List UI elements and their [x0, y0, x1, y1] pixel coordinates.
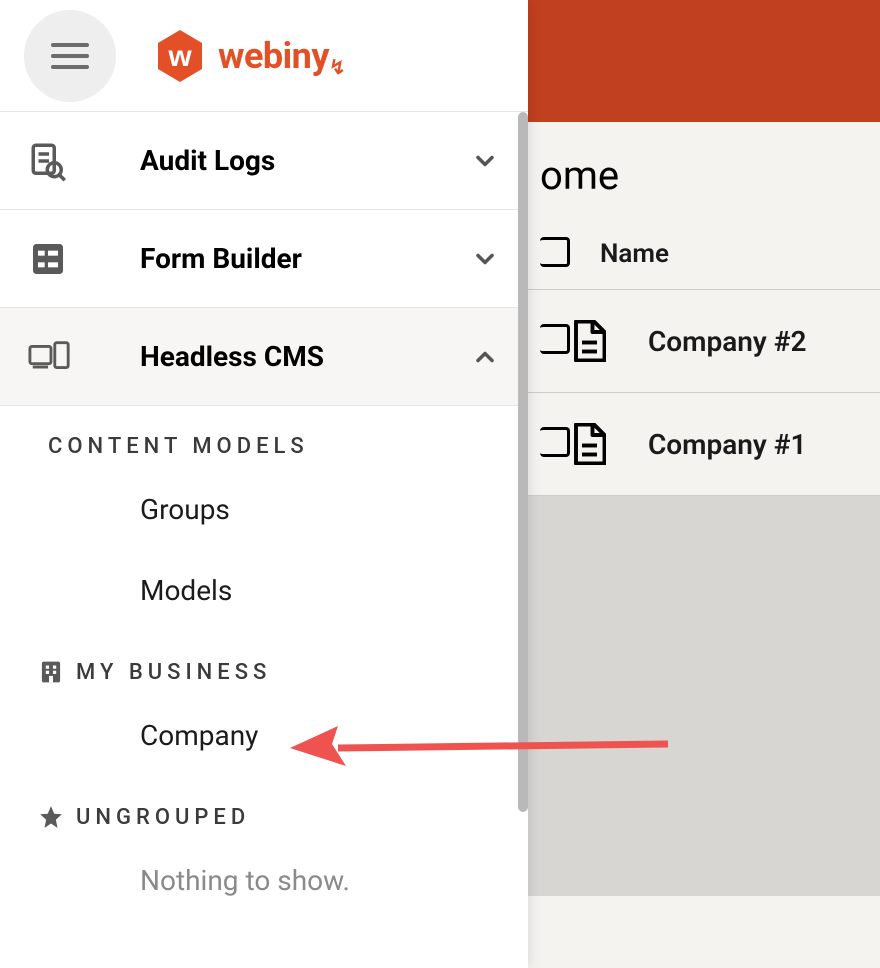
- row-name: Company #1: [648, 428, 807, 461]
- document-icon: [570, 320, 606, 362]
- checkbox-cell: [540, 324, 570, 358]
- sub-item-models[interactable]: Models: [0, 550, 528, 631]
- nav-item-headless-cms[interactable]: Headless CMS: [0, 308, 528, 406]
- building-icon: [38, 659, 64, 685]
- nav-label: Headless CMS: [140, 340, 470, 373]
- star-icon: [38, 804, 64, 830]
- doc-icon-cell: [570, 320, 630, 362]
- sidebar-drawer: w webiny↯ Audit Logs: [0, 0, 528, 968]
- row-name: Company #2: [648, 325, 807, 358]
- headless-cms-icon: [28, 340, 72, 374]
- table-header: Name: [480, 219, 880, 290]
- hamburger-icon: [51, 43, 89, 69]
- scrollbar-thumb[interactable]: [518, 112, 528, 812]
- column-header-name[interactable]: Name: [600, 239, 669, 269]
- nav-label: Form Builder: [140, 242, 470, 275]
- chevron-down-icon: [470, 147, 500, 175]
- checkbox-header-cell: [540, 237, 600, 271]
- section-content-models: CONTENT MODELS: [0, 406, 528, 469]
- below-table-area: [480, 496, 880, 896]
- svg-text:w: w: [167, 40, 192, 73]
- chevron-down-icon: [470, 245, 500, 273]
- nav-label: Audit Logs: [140, 144, 470, 177]
- page-title: ome: [480, 122, 880, 219]
- checkbox-cell: [540, 427, 570, 461]
- nav-item-audit-logs[interactable]: Audit Logs: [0, 112, 528, 210]
- doc-icon-cell: [570, 423, 630, 465]
- form-builder-icon: [28, 239, 72, 279]
- sub-item-groups[interactable]: Groups: [0, 469, 528, 550]
- logo-text: webiny↯: [218, 35, 345, 77]
- section-my-business: MY BUSINESS: [0, 631, 528, 695]
- brand-logo[interactable]: w webiny↯: [154, 28, 345, 84]
- logo-hex-icon: w: [154, 28, 206, 84]
- select-all-checkbox[interactable]: [540, 237, 570, 267]
- sub-item-company[interactable]: Company: [0, 695, 528, 776]
- section-ungrouped: UNGROUPED: [0, 776, 528, 840]
- row-checkbox[interactable]: [540, 324, 570, 354]
- sidebar-scrollbar[interactable]: [518, 112, 528, 812]
- row-checkbox[interactable]: [540, 427, 570, 457]
- sidebar-header: w webiny↯: [0, 0, 528, 112]
- content-area: ome Name Company #2: [480, 122, 880, 968]
- nav-item-form-builder[interactable]: Form Builder: [0, 210, 528, 308]
- table-row[interactable]: Company #2: [480, 290, 880, 393]
- table-row[interactable]: Company #1: [480, 393, 880, 496]
- section-label-text: MY BUSINESS: [76, 660, 271, 685]
- chevron-up-icon: [470, 343, 500, 371]
- section-label-text: UNGROUPED: [76, 805, 250, 830]
- audit-logs-icon: [28, 140, 72, 182]
- document-icon: [570, 423, 606, 465]
- hamburger-button[interactable]: [24, 10, 116, 102]
- empty-state-text: Nothing to show.: [0, 840, 528, 921]
